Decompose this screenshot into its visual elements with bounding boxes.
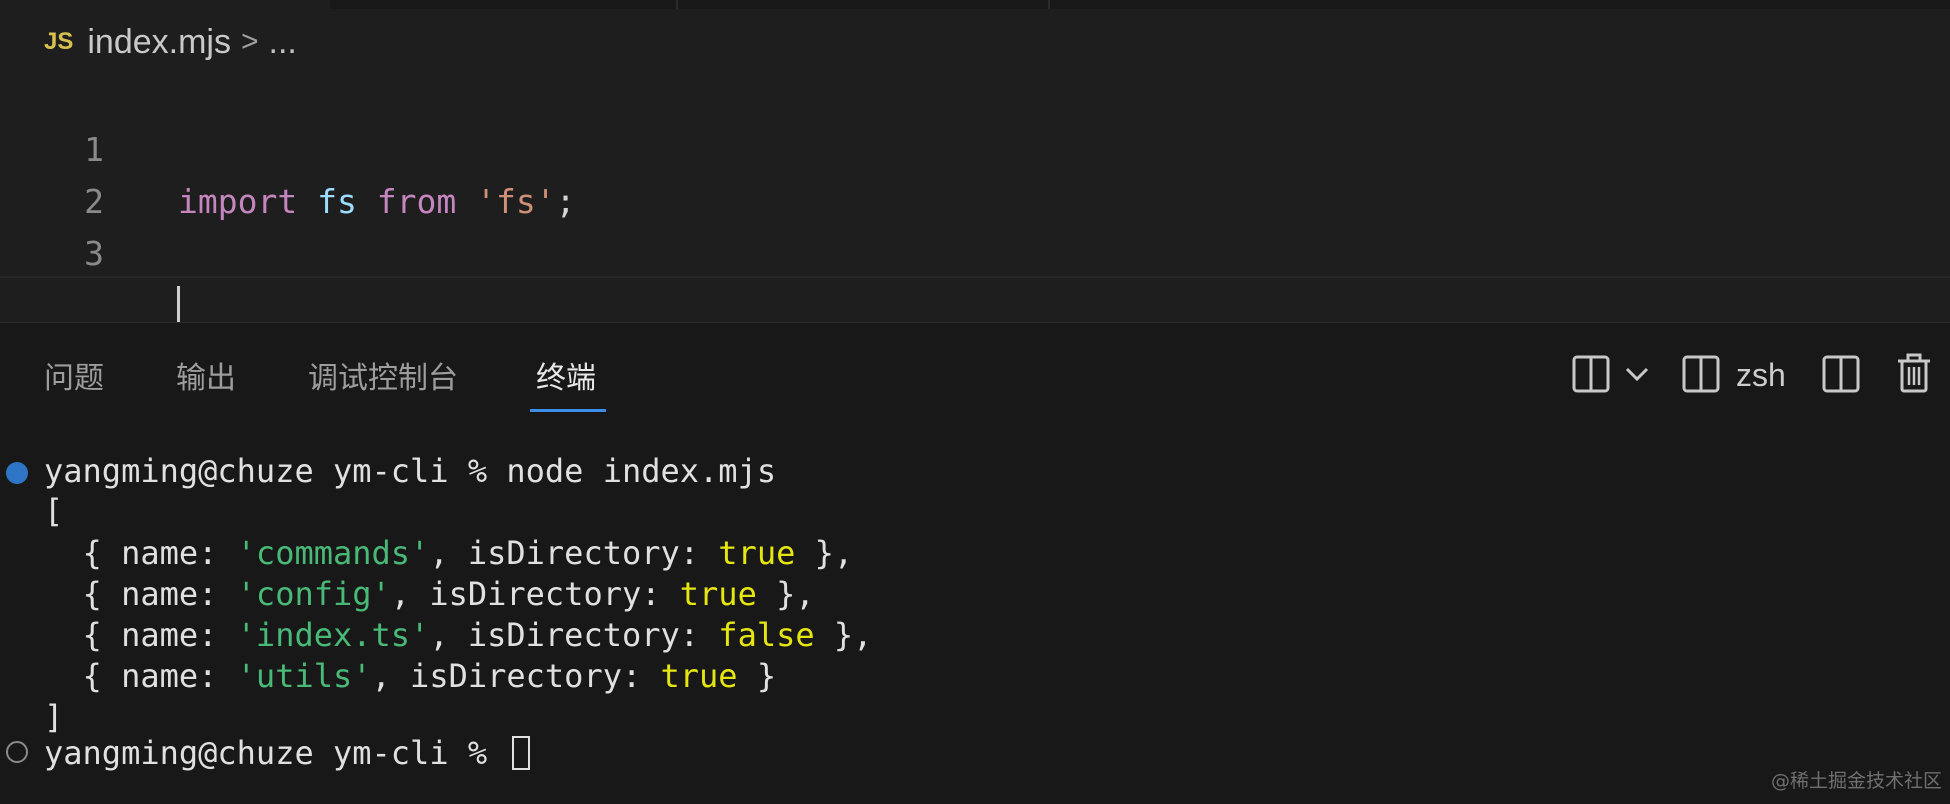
- entry-prefix: { name:: [82, 616, 237, 654]
- command-success-icon[interactable]: [6, 462, 28, 484]
- entry-trail: },: [795, 534, 854, 572]
- trash-icon[interactable]: [1892, 351, 1936, 397]
- tab-output[interactable]: 输出: [176, 353, 236, 397]
- entry-is-directory: true: [718, 534, 796, 572]
- terminal-prompt-line: yangming@chuze ym-cli %: [44, 733, 531, 773]
- text-cursor: [177, 286, 180, 322]
- breadcrumb: JS index.mjs > ...: [44, 20, 297, 64]
- chevron-down-icon[interactable]: [1622, 351, 1652, 397]
- code-line-current: 5: [0, 276, 1950, 375]
- terminal-entry: { name: 'config', isDirectory: true },: [44, 574, 815, 614]
- breadcrumb-more[interactable]: ...: [269, 23, 297, 62]
- code-line: 4 console.log(files.map((f) => ({ name: …: [0, 228, 1950, 377]
- terminal-command: node index.mjs: [506, 452, 777, 490]
- bottom-panel: 问题 输出 调试控制台 终端 zsh yangming@chuze ym-cli…: [0, 322, 1950, 804]
- tab-separator: [1048, 0, 1050, 9]
- breadcrumb-chevron-icon: >: [240, 25, 259, 58]
- code-editor[interactable]: 1 import fs from 'fs'; 2 3 const files =…: [0, 72, 1950, 377]
- entry-is-directory: true: [660, 657, 738, 695]
- active-tab-indicator: [530, 409, 606, 412]
- tab-separator: [676, 0, 678, 9]
- terminal-prompt: yangming@chuze ym-cli %: [44, 452, 507, 490]
- breadcrumb-file[interactable]: index.mjs: [87, 23, 231, 62]
- tab-debug-console[interactable]: 调试控制台: [308, 353, 458, 397]
- editor-tab-strip: [0, 0, 1950, 9]
- entry-name: 'commands': [236, 534, 430, 572]
- terminal-line: ]: [44, 698, 64, 736]
- entry-middle: , isDirectory:: [390, 575, 680, 613]
- active-editor-tab[interactable]: [0, 0, 330, 9]
- terminal-line: [: [44, 492, 64, 530]
- command-pending-icon[interactable]: [6, 741, 28, 763]
- entry-prefix: { name:: [82, 657, 237, 695]
- terminal-cursor: [512, 736, 531, 770]
- entry-name: 'config': [236, 575, 391, 613]
- entry-middle: , isDirectory:: [429, 616, 719, 654]
- terminal-split-icon[interactable]: [1680, 351, 1724, 397]
- javascript-file-icon: JS: [44, 28, 74, 55]
- panel-tabs: 问题 输出 调试控制台 终端: [0, 323, 1200, 419]
- terminal-output[interactable]: yangming@chuze ym-cli % node index.mjs […: [0, 451, 1950, 801]
- code-line: 3 const files = fs.readdirSync('./src', …: [0, 176, 1950, 325]
- watermark: @稀土掘金技术社区: [1770, 770, 1942, 792]
- entry-is-directory: false: [718, 616, 815, 654]
- entry-middle: , isDirectory:: [429, 534, 719, 572]
- entry-name: 'utils': [236, 657, 372, 695]
- terminal-name[interactable]: zsh: [1736, 357, 1786, 394]
- tab-terminal[interactable]: 终端: [536, 353, 596, 397]
- tab-problems[interactable]: 问题: [44, 353, 104, 397]
- entry-prefix: { name:: [82, 575, 237, 613]
- entry-is-directory: true: [679, 575, 757, 613]
- code-line: 1 import fs from 'fs';: [0, 72, 1950, 221]
- entry-name: 'index.ts': [236, 616, 430, 654]
- entry-trail: }: [737, 657, 777, 695]
- terminal-entry: { name: 'commands', isDirectory: true },: [44, 533, 854, 573]
- split-terminal-icon[interactable]: [1820, 351, 1864, 397]
- split-editor-icon[interactable]: [1570, 351, 1614, 397]
- entry-prefix: { name:: [82, 534, 237, 572]
- terminal-entry: { name: 'index.ts', isDirectory: false }…: [44, 615, 873, 655]
- entry-trail: },: [814, 616, 873, 654]
- terminal-prompt: yangming@chuze ym-cli %: [44, 734, 507, 772]
- vscode-window: JS index.mjs > ... 1 import fs from 'fs'…: [0, 0, 1950, 804]
- code-line: 2: [0, 124, 1950, 221]
- terminal-entry: { name: 'utils', isDirectory: true }: [44, 656, 777, 696]
- terminal-command-line: yangming@chuze ym-cli % node index.mjs: [44, 451, 776, 491]
- entry-trail: },: [756, 575, 815, 613]
- entry-middle: , isDirectory:: [371, 657, 661, 695]
